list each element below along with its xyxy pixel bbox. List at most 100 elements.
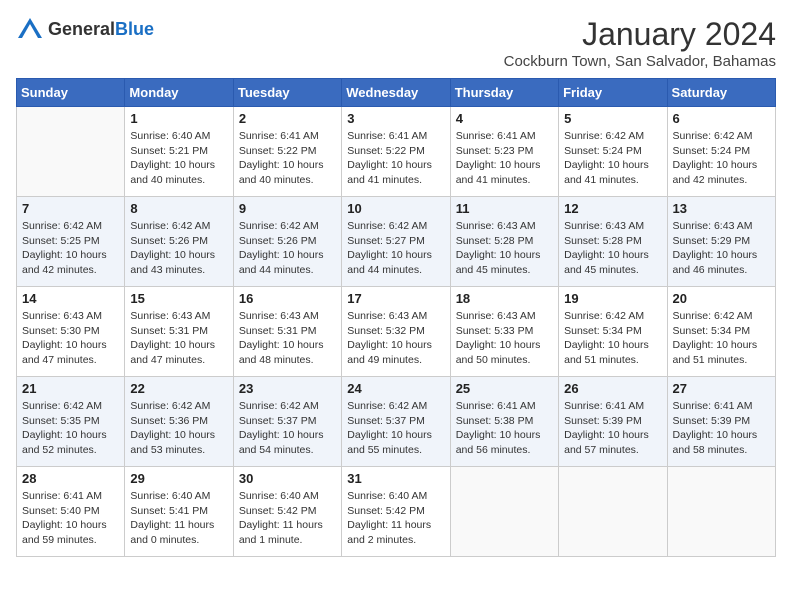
day-number: 6 bbox=[673, 111, 770, 126]
calendar-cell: 12 Sunrise: 6:43 AMSunset: 5:28 PMDayligh… bbox=[559, 197, 667, 287]
calendar-cell: 6 Sunrise: 6:42 AMSunset: 5:24 PMDaylight… bbox=[667, 107, 775, 197]
calendar-cell bbox=[17, 107, 125, 197]
calendar-cell: 28 Sunrise: 6:41 AMSunset: 5:40 PMDayligh… bbox=[17, 467, 125, 557]
calendar-cell: 3 Sunrise: 6:41 AMSunset: 5:22 PMDaylight… bbox=[342, 107, 450, 197]
calendar-cell: 24 Sunrise: 6:42 AMSunset: 5:37 PMDayligh… bbox=[342, 377, 450, 467]
day-info: Sunrise: 6:41 AMSunset: 5:22 PMDaylight:… bbox=[347, 129, 444, 188]
calendar-cell bbox=[450, 467, 558, 557]
calendar-cell: 8Sunrise: 6:42 AMSunset: 5:26 PMDaylight… bbox=[125, 197, 233, 287]
calendar-cell: 16 Sunrise: 6:43 AMSunset: 5:31 PMDayligh… bbox=[233, 287, 341, 377]
calendar-header-friday: Friday bbox=[559, 79, 667, 107]
day-number: 24 bbox=[347, 381, 444, 396]
day-number: 22 bbox=[130, 381, 227, 396]
calendar-week-row: 7 Sunrise: 6:42 AMSunset: 5:25 PMDaylight… bbox=[17, 197, 776, 287]
day-number: 12 bbox=[564, 201, 661, 216]
day-number: 25 bbox=[456, 381, 553, 396]
calendar-cell: 1 Sunrise: 6:40 AMSunset: 5:21 PMDaylight… bbox=[125, 107, 233, 197]
day-info: Sunrise: 6:40 AMSunset: 5:21 PMDaylight:… bbox=[130, 129, 227, 188]
day-number: 5 bbox=[564, 111, 661, 126]
day-number: 10 bbox=[347, 201, 444, 216]
day-number: 2 bbox=[239, 111, 336, 126]
day-info: Sunrise: 6:41 AMSunset: 5:40 PMDaylight:… bbox=[22, 489, 119, 548]
logo: GeneralBlue bbox=[16, 16, 154, 44]
day-number: 4 bbox=[456, 111, 553, 126]
calendar-cell: 11 Sunrise: 6:43 AMSunset: 5:28 PMDayligh… bbox=[450, 197, 558, 287]
day-number: 28 bbox=[22, 471, 119, 486]
day-info: Sunrise: 6:43 AMSunset: 5:30 PMDaylight:… bbox=[22, 309, 119, 368]
calendar-header-tuesday: Tuesday bbox=[233, 79, 341, 107]
calendar-cell bbox=[559, 467, 667, 557]
day-number: 15 bbox=[130, 291, 227, 306]
day-number: 7 bbox=[22, 201, 119, 216]
day-number: 8 bbox=[130, 201, 227, 216]
day-info: Sunrise: 6:42 AMSunset: 5:27 PMDaylight:… bbox=[347, 219, 444, 278]
calendar-week-row: 28 Sunrise: 6:41 AMSunset: 5:40 PMDayligh… bbox=[17, 467, 776, 557]
logo-icon bbox=[16, 16, 44, 44]
calendar-cell: 5 Sunrise: 6:42 AMSunset: 5:24 PMDaylight… bbox=[559, 107, 667, 197]
day-info: Sunrise: 6:42 AMSunset: 5:25 PMDaylight:… bbox=[22, 219, 119, 278]
calendar-cell: 23 Sunrise: 6:42 AMSunset: 5:37 PMDayligh… bbox=[233, 377, 341, 467]
day-number: 13 bbox=[673, 201, 770, 216]
calendar-cell: 14Sunrise: 6:43 AMSunset: 5:30 PMDayligh… bbox=[17, 287, 125, 377]
day-info: Sunrise: 6:43 AMSunset: 5:28 PMDaylight:… bbox=[456, 219, 553, 278]
day-info: Sunrise: 6:42 AMSunset: 5:34 PMDaylight:… bbox=[673, 309, 770, 368]
calendar-cell bbox=[667, 467, 775, 557]
day-number: 19 bbox=[564, 291, 661, 306]
calendar-cell: 26Sunrise: 6:41 AMSunset: 5:39 PMDayligh… bbox=[559, 377, 667, 467]
day-info: Sunrise: 6:42 AMSunset: 5:24 PMDaylight:… bbox=[673, 129, 770, 188]
day-info: Sunrise: 6:42 AMSunset: 5:36 PMDaylight:… bbox=[130, 399, 227, 458]
day-info: Sunrise: 6:40 AMSunset: 5:42 PMDaylight:… bbox=[347, 489, 444, 548]
day-number: 21 bbox=[22, 381, 119, 396]
day-number: 18 bbox=[456, 291, 553, 306]
calendar-cell: 19Sunrise: 6:42 AMSunset: 5:34 PMDayligh… bbox=[559, 287, 667, 377]
title-area: January 2024 Cockburn Town, San Salvador… bbox=[504, 16, 776, 70]
day-number: 29 bbox=[130, 471, 227, 486]
calendar-header-wednesday: Wednesday bbox=[342, 79, 450, 107]
day-number: 17 bbox=[347, 291, 444, 306]
calendar-week-row: 21 Sunrise: 6:42 AMSunset: 5:35 PMDayligh… bbox=[17, 377, 776, 467]
calendar-cell: 9Sunrise: 6:42 AMSunset: 5:26 PMDaylight… bbox=[233, 197, 341, 287]
logo-general: General bbox=[48, 19, 115, 39]
calendar-week-row: 14Sunrise: 6:43 AMSunset: 5:30 PMDayligh… bbox=[17, 287, 776, 377]
day-number: 9 bbox=[239, 201, 336, 216]
day-info: Sunrise: 6:40 AMSunset: 5:42 PMDaylight:… bbox=[239, 489, 336, 548]
calendar-cell: 27 Sunrise: 6:41 AMSunset: 5:39 PMDayligh… bbox=[667, 377, 775, 467]
day-info: Sunrise: 6:42 AMSunset: 5:24 PMDaylight:… bbox=[564, 129, 661, 188]
calendar-cell: 18 Sunrise: 6:43 AMSunset: 5:33 PMDayligh… bbox=[450, 287, 558, 377]
day-number: 30 bbox=[239, 471, 336, 486]
day-info: Sunrise: 6:43 AMSunset: 5:31 PMDaylight:… bbox=[239, 309, 336, 368]
day-info: Sunrise: 6:43 AMSunset: 5:28 PMDaylight:… bbox=[564, 219, 661, 278]
calendar-cell: 2 Sunrise: 6:41 AMSunset: 5:22 PMDaylight… bbox=[233, 107, 341, 197]
calendar-table: SundayMondayTuesdayWednesdayThursdayFrid… bbox=[16, 78, 776, 557]
calendar-cell: 17 Sunrise: 6:43 AMSunset: 5:32 PMDayligh… bbox=[342, 287, 450, 377]
day-info: Sunrise: 6:42 AMSunset: 5:37 PMDaylight:… bbox=[347, 399, 444, 458]
day-info: Sunrise: 6:41 AMSunset: 5:23 PMDaylight:… bbox=[456, 129, 553, 188]
day-number: 20 bbox=[673, 291, 770, 306]
calendar-cell: 30 Sunrise: 6:40 AMSunset: 5:42 PMDayligh… bbox=[233, 467, 341, 557]
day-number: 26 bbox=[564, 381, 661, 396]
day-number: 11 bbox=[456, 201, 553, 216]
logo-text: GeneralBlue bbox=[48, 20, 154, 40]
day-info: Sunrise: 6:42 AMSunset: 5:37 PMDaylight:… bbox=[239, 399, 336, 458]
day-number: 16 bbox=[239, 291, 336, 306]
day-info: Sunrise: 6:43 AMSunset: 5:33 PMDaylight:… bbox=[456, 309, 553, 368]
calendar-header-row: SundayMondayTuesdayWednesdayThursdayFrid… bbox=[17, 79, 776, 107]
day-number: 31 bbox=[347, 471, 444, 486]
calendar-cell: 10 Sunrise: 6:42 AMSunset: 5:27 PMDayligh… bbox=[342, 197, 450, 287]
logo-blue: Blue bbox=[115, 19, 154, 39]
day-info: Sunrise: 6:43 AMSunset: 5:32 PMDaylight:… bbox=[347, 309, 444, 368]
calendar-cell: 15Sunrise: 6:43 AMSunset: 5:31 PMDayligh… bbox=[125, 287, 233, 377]
main-title: January 2024 bbox=[504, 16, 776, 53]
calendar-cell: 21 Sunrise: 6:42 AMSunset: 5:35 PMDayligh… bbox=[17, 377, 125, 467]
calendar-cell: 20 Sunrise: 6:42 AMSunset: 5:34 PMDayligh… bbox=[667, 287, 775, 377]
day-number: 27 bbox=[673, 381, 770, 396]
day-info: Sunrise: 6:41 AMSunset: 5:22 PMDaylight:… bbox=[239, 129, 336, 188]
day-info: Sunrise: 6:42 AMSunset: 5:35 PMDaylight:… bbox=[22, 399, 119, 458]
day-number: 23 bbox=[239, 381, 336, 396]
calendar-cell: 7 Sunrise: 6:42 AMSunset: 5:25 PMDaylight… bbox=[17, 197, 125, 287]
day-number: 1 bbox=[130, 111, 227, 126]
day-info: Sunrise: 6:41 AMSunset: 5:39 PMDaylight:… bbox=[673, 399, 770, 458]
calendar-cell: 13Sunrise: 6:43 AMSunset: 5:29 PMDayligh… bbox=[667, 197, 775, 287]
day-number: 3 bbox=[347, 111, 444, 126]
calendar-cell: 31 Sunrise: 6:40 AMSunset: 5:42 PMDayligh… bbox=[342, 467, 450, 557]
